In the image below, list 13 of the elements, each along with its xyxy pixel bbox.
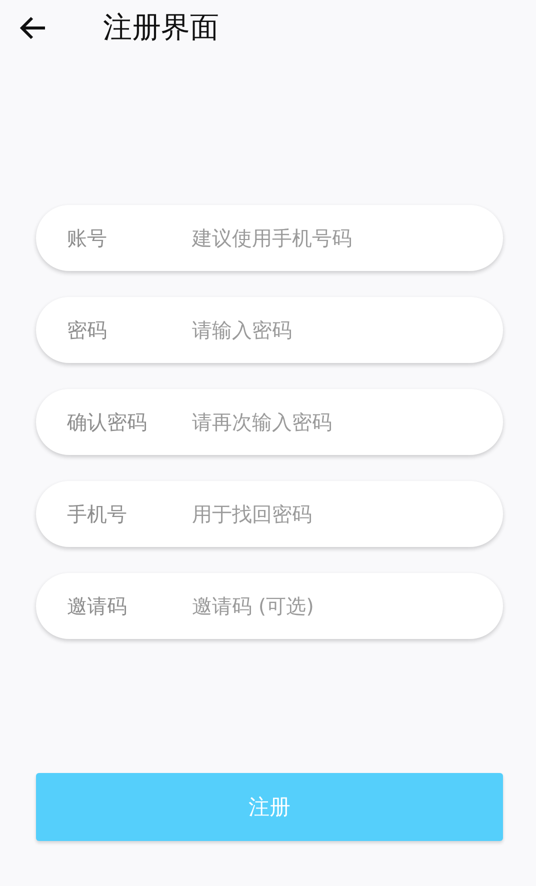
back-arrow-icon: [19, 16, 47, 40]
input-field[interactable]: 用于找回密码: [192, 502, 503, 526]
input-field[interactable]: 邀请码 (可选): [192, 594, 503, 618]
field-label: 手机号: [67, 500, 128, 528]
field-label: 邀请码: [67, 592, 128, 620]
input-field[interactable]: 请输入密码: [192, 318, 503, 342]
input-field[interactable]: 请再次输入密码: [192, 410, 503, 434]
register-button[interactable]: 注册: [36, 773, 503, 841]
field-label: 密码: [67, 316, 108, 344]
input-field[interactable]: 建议使用手机号码: [192, 226, 503, 250]
page-title: 注册界面: [103, 9, 219, 46]
field-label: 确认密码: [67, 408, 148, 436]
field-label: 账号: [67, 224, 108, 252]
